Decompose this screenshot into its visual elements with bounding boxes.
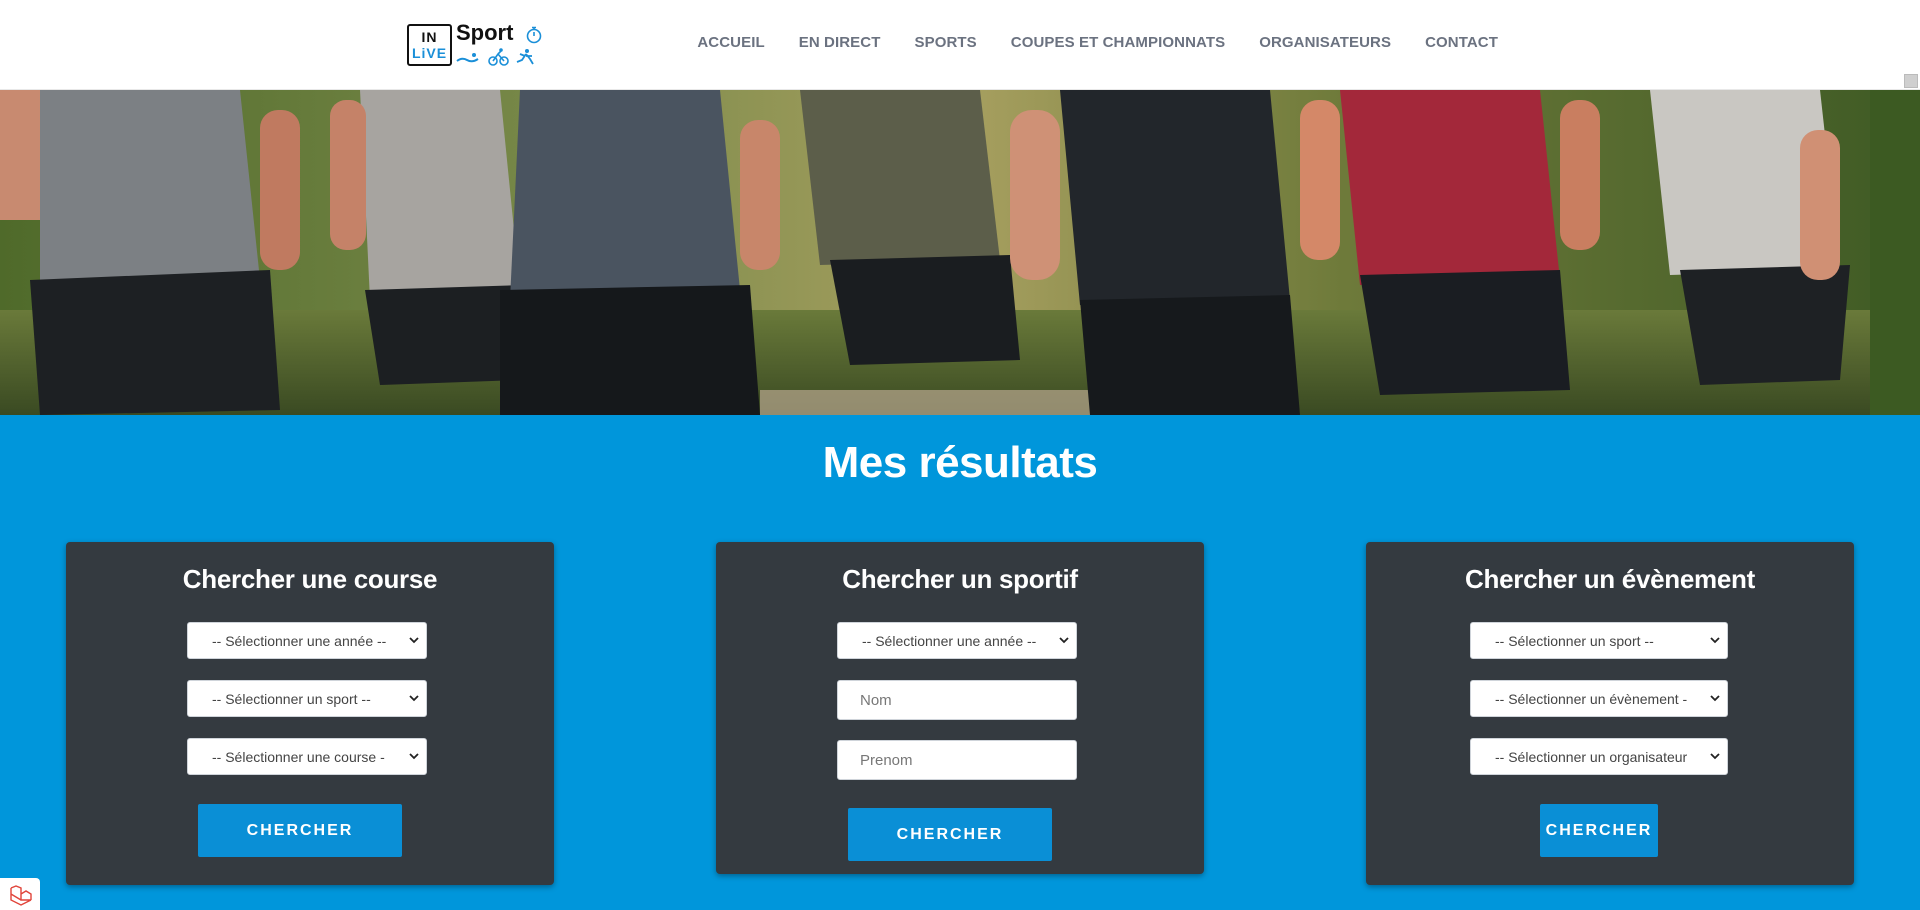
card-search-race: Chercher une course -- Sélectionner une … [66, 542, 554, 885]
nav-item-en-direct[interactable]: EN DIRECT [799, 34, 881, 51]
first-name-input[interactable]: Prenom [837, 740, 1077, 780]
site-header: IN LiVE Sport ACCUEIL EN DIRECT SPORTS C… [0, 0, 1920, 90]
select-sport[interactable]: -- Sélectionner un sport -- [187, 680, 427, 717]
debug-badge[interactable] [0, 878, 40, 910]
select-year-value: -- Sélectionner une année -- [862, 632, 1037, 649]
site-logo[interactable]: IN LiVE Sport [407, 20, 547, 68]
logo-box-line1: IN [421, 29, 438, 45]
stopwatch-icon [526, 26, 542, 44]
main-navigation: ACCUEIL EN DIRECT SPORTS COUPES ET CHAMP… [663, 34, 1498, 51]
select-event[interactable]: -- Sélectionner un évènement - [1470, 680, 1728, 717]
nav-item-organisateurs[interactable]: ORGANISATEURS [1259, 34, 1391, 51]
logo-sport-text: Sport [456, 20, 514, 45]
nav-item-sports[interactable]: SPORTS [914, 34, 976, 51]
scrollbar-handle[interactable] [1904, 74, 1918, 88]
select-organizer-value: -- Sélectionner un organisateur [1495, 748, 1688, 765]
select-year[interactable]: -- Sélectionner une année -- [837, 622, 1077, 659]
logo-box-line2: LiVE [411, 45, 448, 61]
logo-in-live-box: IN LiVE [407, 24, 452, 66]
chevron-down-icon [409, 753, 419, 760]
laravel-icon [10, 885, 32, 906]
chevron-down-icon [1710, 753, 1720, 760]
chevron-down-icon [409, 695, 419, 702]
select-year-value: -- Sélectionner une année -- [212, 632, 387, 649]
card-title: Chercher un évènement [1465, 564, 1755, 594]
select-sport-value: -- Sélectionner un sport -- [1495, 632, 1654, 649]
select-organizer[interactable]: -- Sélectionner un organisateur [1470, 738, 1728, 775]
chevron-down-icon [409, 637, 419, 644]
select-race-value: -- Sélectionner une course - [212, 748, 385, 765]
select-event-value: -- Sélectionner un évènement - [1495, 690, 1688, 707]
select-year[interactable]: -- Sélectionner une année -- [187, 622, 427, 659]
chevron-down-icon [1710, 695, 1720, 702]
runners-photo [0, 90, 1920, 415]
card-search-athlete: Chercher un sportif -- Sélectionner une … [716, 542, 1204, 874]
chevron-down-icon [1059, 637, 1069, 644]
select-sport-value: -- Sélectionner un sport -- [212, 690, 371, 707]
search-athlete-button[interactable]: CHERCHER [848, 808, 1052, 861]
nav-item-accueil[interactable]: ACCUEIL [697, 34, 764, 51]
last-name-input[interactable]: Nom [837, 680, 1077, 720]
card-search-event: Chercher un évènement -- Sélectionner un… [1366, 542, 1854, 885]
select-race[interactable]: -- Sélectionner une course - [187, 738, 427, 775]
last-name-placeholder: Nom [860, 691, 892, 709]
card-title: Chercher un sportif [842, 564, 1078, 594]
first-name-placeholder: Prenom [860, 751, 913, 769]
sport-pictograms-icon [456, 48, 534, 66]
chevron-down-icon [1710, 637, 1720, 644]
select-sport[interactable]: -- Sélectionner un sport -- [1470, 622, 1728, 659]
hero-image-runners [0, 90, 1920, 415]
page-title: Mes résultats [822, 438, 1098, 487]
search-event-button[interactable]: CHERCHER [1540, 804, 1658, 857]
nav-item-contact[interactable]: CONTACT [1425, 34, 1498, 51]
nav-item-coupes-et-championnats[interactable]: COUPES ET CHAMPIONNATS [1011, 34, 1225, 51]
search-race-button[interactable]: CHERCHER [198, 804, 402, 857]
card-title: Chercher une course [182, 564, 438, 594]
